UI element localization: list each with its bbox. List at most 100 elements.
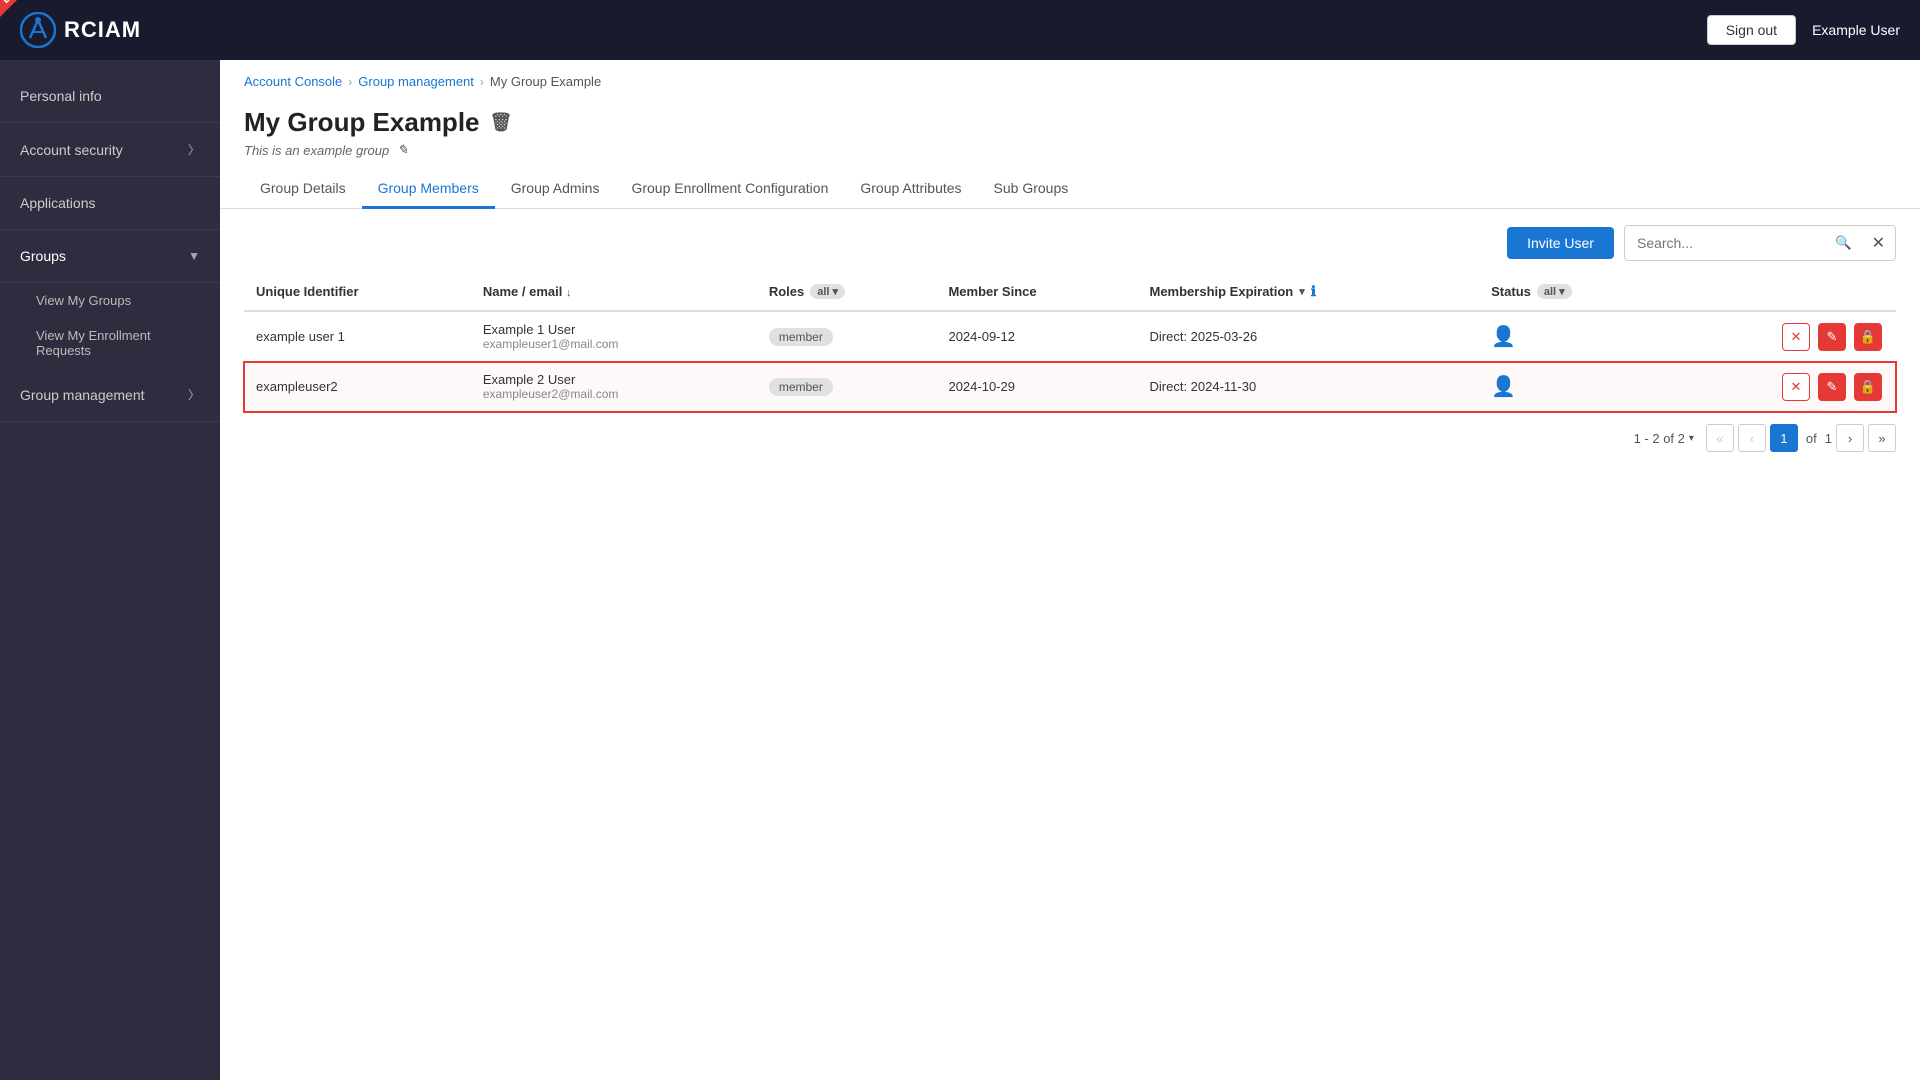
invite-user-button[interactable]: Invite User <box>1507 227 1614 259</box>
cell-member-since: 2024-09-12 <box>936 311 1137 362</box>
logo-text: RCIAM <box>64 17 141 43</box>
pagination: 1 - 2 of 2 ▾ « ‹ 1 of 1 › » <box>244 412 1896 464</box>
cell-membership-expiration: Direct: 2024-11-30 <box>1138 362 1480 412</box>
expiration-sort-icon[interactable]: ▾ <box>1299 285 1305 298</box>
sidebar-item-account-security[interactable]: Account security 〉 <box>0 123 220 177</box>
sidebar: Personal info Account security 〉 Applica… <box>0 60 220 1080</box>
cell-role: member <box>757 311 937 362</box>
breadcrumb-account-console[interactable]: Account Console <box>244 74 342 89</box>
sidebar-item-personal-info[interactable]: Personal info <box>0 70 220 123</box>
header-right: Sign out Example User <box>1707 15 1900 45</box>
cell-actions: ✕ ✎ 🔒 <box>1667 362 1896 412</box>
user-email-text: exampleuser1@mail.com <box>483 337 745 351</box>
table-header-row: Unique Identifier Name / email ↓ Roles a… <box>244 273 1896 311</box>
sidebar-item-group-management[interactable]: Group management 〉 <box>0 368 220 422</box>
user-name-text: Example 2 User <box>483 372 745 387</box>
sidebar-item-label: Groups <box>20 248 66 264</box>
user-email-text: exampleuser2@mail.com <box>483 387 745 401</box>
sidebar-item-applications[interactable]: Applications <box>0 177 220 230</box>
sidebar-item-groups[interactable]: Groups ▼ <box>0 230 220 283</box>
breadcrumb-group-management[interactable]: Group management <box>358 74 474 89</box>
content-area: Account Console › Group management › My … <box>220 60 1920 1080</box>
sidebar-item-label: Applications <box>20 195 96 211</box>
cell-actions: ✕ ✎ 🔒 <box>1667 311 1896 362</box>
tab-group-members[interactable]: Group Members <box>362 170 495 209</box>
cell-status: 👤 <box>1479 362 1666 412</box>
cell-unique-identifier: example user 1 <box>244 311 471 362</box>
col-header-name-email: Name / email ↓ <box>471 273 757 311</box>
tab-sub-groups[interactable]: Sub Groups <box>978 170 1085 209</box>
page-title-text: My Group Example <box>244 107 480 138</box>
sort-icon[interactable]: ↓ <box>566 287 572 299</box>
page-subtitle: This is an example group ✎ <box>244 142 1896 158</box>
breadcrumb-separator: › <box>480 75 484 89</box>
search-input[interactable] <box>1625 228 1825 258</box>
groups-section: Groups ▼ View My Groups View My Enrollme… <box>0 230 220 368</box>
expiration-info-icon[interactable]: ℹ <box>1311 283 1316 300</box>
tab-group-admins[interactable]: Group Admins <box>495 170 616 209</box>
search-button[interactable]: 🔍 <box>1825 228 1862 258</box>
page-summary: 1 - 2 of 2 ▾ <box>1634 431 1694 446</box>
table-area: Invite User 🔍 ✕ Unique Identifier <box>220 209 1920 488</box>
lock-member-button[interactable]: 🔒 <box>1854 323 1882 351</box>
sign-out-button[interactable]: Sign out <box>1707 15 1796 45</box>
remove-member-button[interactable]: ✕ <box>1782 323 1810 351</box>
page-1-button[interactable]: 1 <box>1770 424 1798 452</box>
row-actions: ✕ ✎ 🔒 <box>1679 373 1884 401</box>
first-page-button[interactable]: « <box>1706 424 1734 452</box>
tabs-bar: Group Details Group Members Group Admins… <box>220 170 1920 209</box>
tab-group-attributes[interactable]: Group Attributes <box>844 170 977 209</box>
page-size-chevron[interactable]: ▾ <box>1689 433 1694 444</box>
col-header-actions <box>1667 273 1896 311</box>
last-page-button[interactable]: » <box>1868 424 1896 452</box>
cell-status: 👤 <box>1479 311 1666 362</box>
chevron-right-icon: 〉 <box>188 141 200 158</box>
roles-filter-badge[interactable]: all ▾ <box>810 284 845 299</box>
breadcrumb-current: My Group Example <box>490 74 601 89</box>
cell-membership-expiration: Direct: 2025-03-26 <box>1138 311 1480 362</box>
cell-name-email: Example 2 User exampleuser2@mail.com <box>471 362 757 412</box>
tab-group-enrollment-config[interactable]: Group Enrollment Configuration <box>615 170 844 209</box>
table-toolbar: Invite User 🔍 ✕ <box>244 209 1896 273</box>
table-row: exampleuser2 Example 2 User exampleuser2… <box>244 362 1896 412</box>
cell-unique-identifier: exampleuser2 <box>244 362 471 412</box>
edit-member-button[interactable]: ✎ <box>1818 373 1846 401</box>
cell-member-since: 2024-10-29 <box>936 362 1137 412</box>
subtitle-text: This is an example group <box>244 143 389 158</box>
role-badge: member <box>769 328 833 346</box>
row-actions: ✕ ✎ 🔒 <box>1679 323 1884 351</box>
main-layout: Personal info Account security 〉 Applica… <box>0 60 1920 1080</box>
col-header-status: Status all ▾ <box>1479 273 1666 311</box>
tab-group-details[interactable]: Group Details <box>244 170 362 209</box>
sidebar-sub-item-view-enrollment-requests[interactable]: View My Enrollment Requests <box>0 318 220 368</box>
status-filter-badge[interactable]: all ▾ <box>1537 284 1572 299</box>
remove-member-button[interactable]: ✕ <box>1782 373 1810 401</box>
col-header-member-since: Member Since <box>936 273 1137 311</box>
status-active-icon: 👤 <box>1491 376 1516 398</box>
breadcrumb-separator: › <box>348 75 352 89</box>
prev-page-button[interactable]: ‹ <box>1738 424 1766 452</box>
table-row: example user 1 Example 1 User exampleuse… <box>244 311 1896 362</box>
chevron-down-icon: ▼ <box>188 249 200 263</box>
page-of-label: of <box>1802 431 1821 446</box>
logo-area: RCIAM <box>20 12 141 48</box>
page-title-area: My Group Example 🗑 This is an example gr… <box>220 99 1920 170</box>
edit-member-button[interactable]: ✎ <box>1818 323 1846 351</box>
sidebar-sub-item-view-my-groups[interactable]: View My Groups <box>0 283 220 318</box>
breadcrumb: Account Console › Group management › My … <box>220 60 1920 99</box>
col-header-roles: Roles all ▾ <box>757 273 937 311</box>
col-header-unique-identifier: Unique Identifier <box>244 273 471 311</box>
cell-role: member <box>757 362 937 412</box>
status-active-icon: 👤 <box>1491 326 1516 348</box>
next-page-button[interactable]: › <box>1836 424 1864 452</box>
user-name-text: Example 1 User <box>483 322 745 337</box>
lock-member-button[interactable]: 🔒 <box>1854 373 1882 401</box>
edit-subtitle-icon[interactable]: ✎ <box>397 142 408 158</box>
delete-group-icon[interactable]: 🗑 <box>490 112 513 133</box>
members-table: Unique Identifier Name / email ↓ Roles a… <box>244 273 1896 412</box>
user-name: Example User <box>1812 22 1900 38</box>
page-summary-text: 1 - 2 of 2 <box>1634 431 1685 446</box>
cell-name-email: Example 1 User exampleuser1@mail.com <box>471 311 757 362</box>
search-clear-button[interactable]: ✕ <box>1862 226 1895 260</box>
sidebar-item-label: Account security <box>20 142 123 158</box>
